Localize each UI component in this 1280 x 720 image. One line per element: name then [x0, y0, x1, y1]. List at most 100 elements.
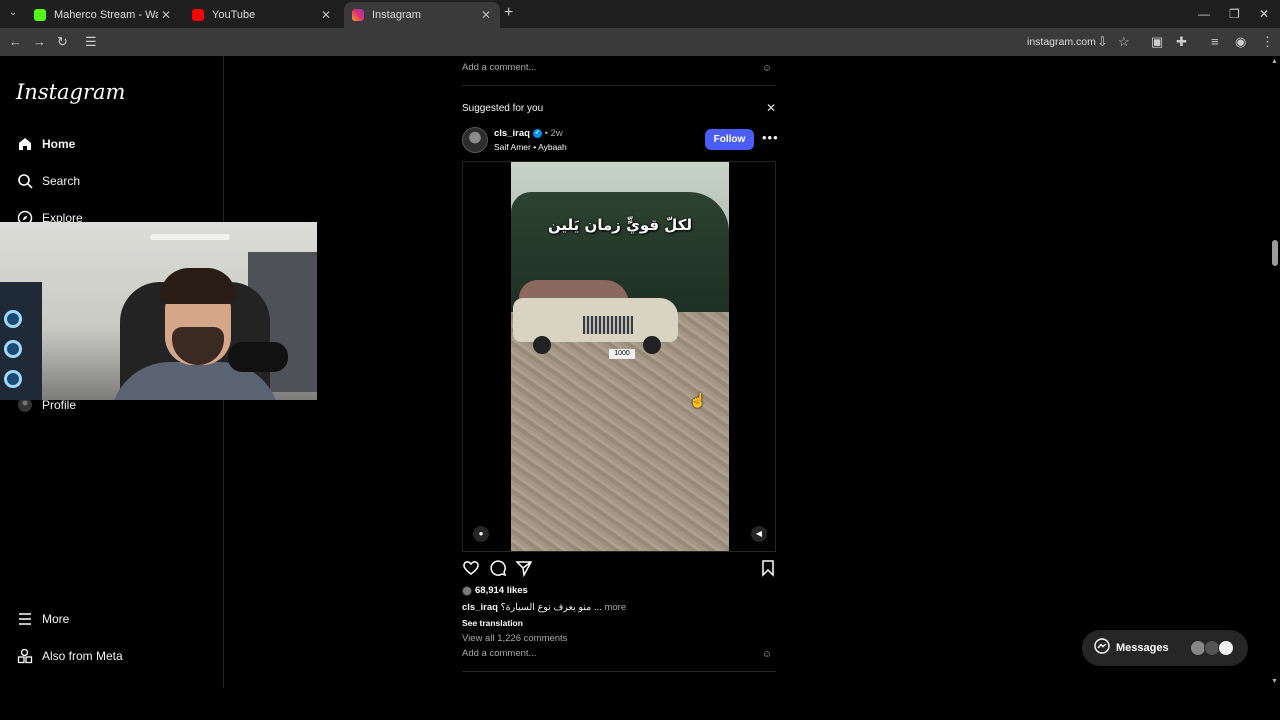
- message-avatar: [1218, 640, 1234, 656]
- kebab-menu-icon[interactable]: ⋮: [1261, 34, 1274, 50]
- extensions-icon[interactable]: ✚: [1176, 34, 1187, 50]
- caption-more-link[interactable]: more: [604, 602, 626, 613]
- save-bookmark-icon[interactable]: [759, 559, 777, 577]
- fan-icon: [4, 340, 22, 358]
- profile-icon[interactable]: ◉: [1235, 34, 1246, 50]
- liker-avatar: [462, 585, 472, 596]
- caption-username[interactable]: cls_iraq: [462, 602, 498, 613]
- verified-badge-icon: ✓: [532, 128, 542, 138]
- new-tab-icon[interactable]: +: [504, 5, 513, 21]
- media-icon[interactable]: ▣: [1151, 34, 1163, 50]
- car-wheel: [533, 336, 551, 354]
- volume-icon[interactable]: ◀: [751, 526, 767, 542]
- add-comment-input[interactable]: Add a comment... ☺: [462, 62, 776, 82]
- sidebar-item-label: Profile: [42, 398, 77, 412]
- fan-icon: [4, 370, 22, 388]
- ceiling-light: [150, 234, 230, 240]
- post-username[interactable]: cls_iraq: [494, 128, 530, 139]
- search-icon: [16, 172, 34, 190]
- bookmark-star-icon[interactable]: ☆: [1118, 34, 1130, 50]
- divider: [462, 671, 776, 672]
- post-time[interactable]: 2w: [551, 128, 563, 139]
- post-header-user: cls_iraq ✓ • 2w: [494, 128, 563, 139]
- messages-button[interactable]: Messages: [1082, 630, 1248, 666]
- likes-label: 68,914 likes: [475, 585, 528, 596]
- sidebar-item-label: Also from Meta: [42, 649, 123, 663]
- add-comment-input[interactable]: Add a comment... ☺: [462, 648, 776, 668]
- likes-count[interactable]: 68,914 likes: [462, 585, 528, 596]
- browser-tab-kick[interactable]: Maherco Stream - Watch Live o ✕: [26, 2, 180, 28]
- sidebar-item-also-from-meta[interactable]: Also from Meta: [16, 644, 123, 668]
- add-comment-placeholder: Add a comment...: [462, 648, 537, 659]
- minimize-icon[interactable]: —: [1198, 7, 1210, 21]
- tagged-user-icon[interactable]: ●: [473, 526, 489, 542]
- follow-button[interactable]: Follow: [705, 129, 754, 150]
- suggested-label: Suggested for you: [462, 103, 544, 114]
- like-heart-icon[interactable]: [462, 559, 480, 577]
- emoji-icon[interactable]: ☺: [762, 649, 772, 660]
- instagram-favicon-icon: [352, 9, 364, 21]
- install-app-icon[interactable]: ⇩: [1097, 34, 1108, 50]
- streamer-hair: [160, 268, 236, 304]
- address-bar-url[interactable]: instagram.com: [1027, 36, 1096, 48]
- instagram-logo[interactable]: Instagram: [16, 80, 125, 104]
- close-icon[interactable]: ✕: [766, 101, 776, 115]
- kick-favicon-icon: [34, 9, 46, 21]
- meta-apps-icon: [16, 647, 34, 665]
- fan-icon: [4, 310, 22, 328]
- see-translation-link[interactable]: See translation: [462, 618, 523, 628]
- post-media[interactable]: 1000 لكلّ قويٍّ زمان يَلين ☝ ● ◀: [462, 161, 776, 552]
- tab-close-icon[interactable]: ✕: [478, 8, 494, 22]
- microphone: [228, 342, 288, 372]
- back-icon[interactable]: ←: [9, 34, 22, 50]
- car-wheel: [643, 336, 661, 354]
- menu-icon: [16, 610, 34, 628]
- share-icon[interactable]: [515, 559, 533, 578]
- home-icon: [16, 135, 34, 153]
- video-overlay-text: لكلّ قويٍّ زمان يَلين: [547, 216, 693, 234]
- comment-icon[interactable]: [489, 559, 507, 577]
- divider: [462, 85, 776, 86]
- view-all-comments-link[interactable]: View all 1,226 comments: [462, 633, 567, 644]
- tab-title: Instagram: [372, 9, 421, 21]
- more-options-icon[interactable]: •••: [762, 130, 779, 145]
- forward-icon[interactable]: →: [33, 34, 46, 50]
- restore-icon[interactable]: ❐: [1229, 7, 1240, 21]
- browser-tab-bar: ⌄ Maherco Stream - Watch Live o ✕ YouTub…: [0, 0, 1280, 28]
- messages-label: Messages: [1116, 642, 1169, 654]
- scroll-down-icon[interactable]: ▼: [1271, 678, 1278, 685]
- tab-close-icon[interactable]: ✕: [318, 8, 334, 22]
- tab-close-icon[interactable]: ✕: [158, 8, 174, 22]
- messenger-icon: [1094, 637, 1110, 659]
- tab-title: YouTube: [212, 9, 256, 21]
- emoji-icon[interactable]: ☺: [762, 63, 772, 74]
- sidebar-item-label: Home: [42, 137, 76, 151]
- sidebar-item-more[interactable]: More: [16, 607, 69, 631]
- scroll-thumb[interactable]: [1272, 240, 1278, 266]
- scroll-up-icon[interactable]: ▲: [1271, 58, 1278, 65]
- sidebar-item-search[interactable]: Search: [16, 169, 80, 193]
- post-avatar[interactable]: [462, 127, 488, 153]
- pc-case: [0, 282, 42, 400]
- browser-tab-youtube[interactable]: YouTube ✕: [184, 2, 340, 28]
- add-comment-placeholder: Add a comment...: [462, 62, 537, 73]
- webcam-overlay: [0, 222, 317, 400]
- mouse-cursor-icon: ☝: [689, 392, 707, 408]
- post-caption: cls_iraq منو يعرف نوع السيارة؟ ... more: [462, 602, 626, 613]
- reading-list-icon[interactable]: ≡: [1211, 34, 1219, 50]
- window-close-icon[interactable]: ✕: [1259, 7, 1269, 21]
- sidebar-item-home[interactable]: Home: [16, 132, 75, 156]
- tab-title: Maherco Stream - Watch Live o: [54, 9, 158, 21]
- tab-search-chevron-icon[interactable]: ⌄: [6, 6, 20, 20]
- reload-icon[interactable]: ↻: [57, 34, 68, 50]
- abandoned-car: [513, 280, 678, 360]
- browser-toolbar: ← → ↻ ☰ instagram.com ⇩ ☆ ▣ ✚ ≡ ◉ ⋮: [0, 28, 1280, 56]
- page-scrollbar[interactable]: ▲ ▼: [1270, 56, 1280, 720]
- site-info-icon[interactable]: ☰: [85, 34, 97, 50]
- youtube-favicon-icon: [192, 9, 204, 21]
- reel-video[interactable]: 1000 لكلّ قويٍّ زمان يَلين ☝: [511, 162, 729, 551]
- post-actions: [462, 559, 776, 579]
- browser-tab-instagram[interactable]: Instagram ✕: [344, 2, 500, 28]
- post-audio-label[interactable]: Saif Amer • Aybaah: [494, 142, 567, 152]
- sidebar-item-label: More: [42, 612, 70, 626]
